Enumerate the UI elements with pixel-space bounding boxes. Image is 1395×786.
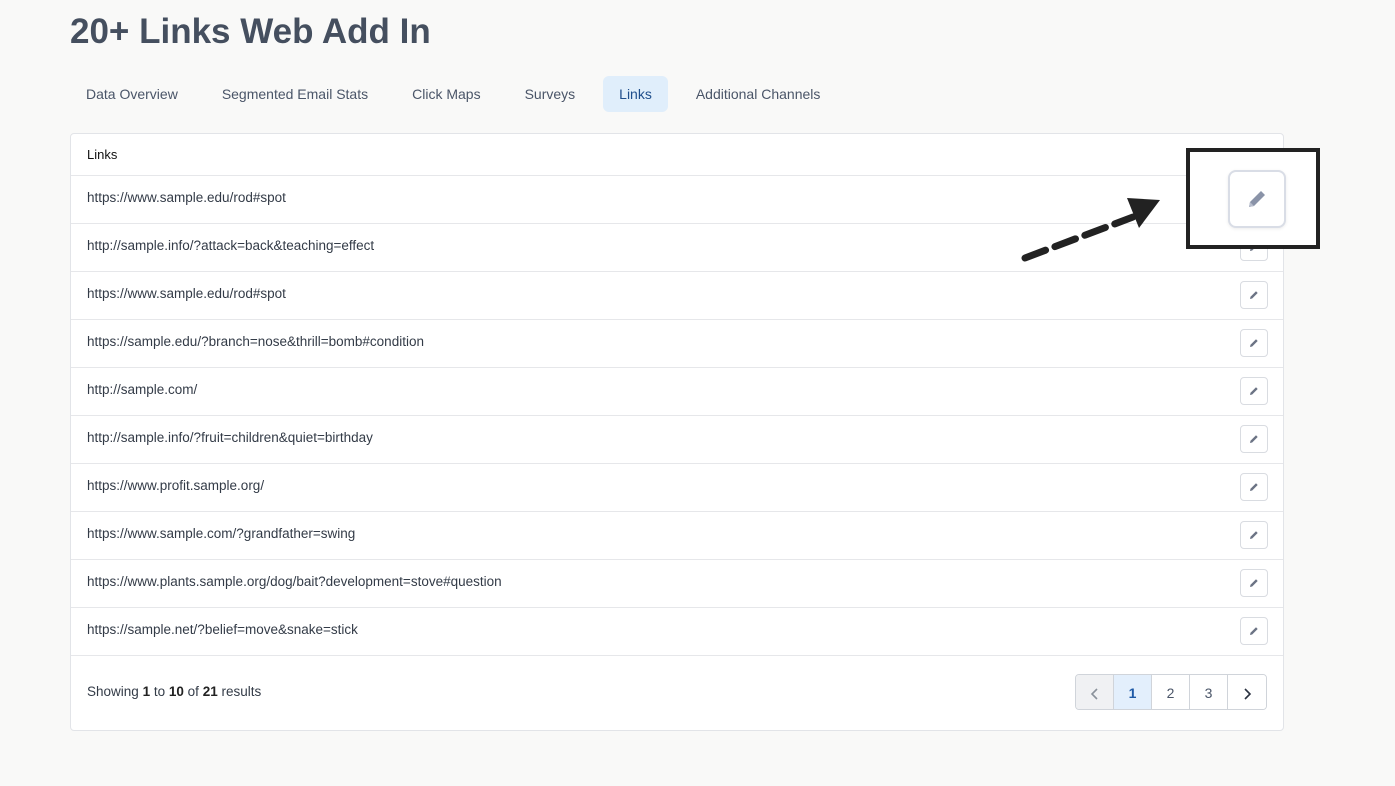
page-3-button[interactable]: 3 [1190, 675, 1228, 709]
zoomed-edit-button[interactable] [1228, 170, 1286, 228]
table-row: https://sample.net/?belief=move&snake=st… [71, 608, 1283, 656]
table-row: http://sample.com/ [71, 368, 1283, 416]
link-url: https://www.plants.sample.org/dog/bait?d… [87, 574, 502, 589]
link-url: https://www.sample.edu/rod#spot [87, 286, 286, 301]
table-footer: Showing 1 to 10 of 21 results 1 2 3 [71, 654, 1283, 731]
prev-page-button[interactable] [1076, 675, 1114, 709]
tab-click-maps[interactable]: Click Maps [396, 76, 496, 112]
edit-link-button[interactable] [1240, 281, 1268, 309]
results-to: 10 [168, 684, 184, 699]
page-title: 20+ Links Web Add In [70, 12, 431, 51]
tab-links[interactable]: Links [603, 76, 668, 112]
results-from: 1 [142, 684, 151, 699]
tab-additional-channels[interactable]: Additional Channels [680, 76, 837, 112]
pencil-icon [1250, 435, 1258, 443]
chevron-right-icon [1244, 688, 1252, 700]
results-total: 21 [202, 684, 218, 699]
chevron-left-icon [1090, 688, 1098, 700]
pencil-icon [1250, 291, 1258, 299]
pencil-icon [1250, 387, 1258, 395]
results-suffix: results [221, 684, 262, 699]
edit-link-button[interactable] [1240, 329, 1268, 357]
pencil-icon [1250, 531, 1258, 539]
pencil-icon [1250, 627, 1258, 635]
table-row: https://www.sample.edu/rod#spot [71, 272, 1283, 320]
table-header: Links [71, 134, 1283, 176]
next-page-button[interactable] [1228, 675, 1266, 709]
link-url: http://sample.info/?attack=back&teaching… [87, 238, 375, 253]
tab-data-overview[interactable]: Data Overview [70, 76, 194, 112]
edit-link-button[interactable] [1240, 521, 1268, 549]
pencil-icon [1250, 579, 1258, 587]
edit-link-button[interactable] [1240, 569, 1268, 597]
table-row: https://www.plants.sample.org/dog/bait?d… [71, 560, 1283, 608]
link-url: https://www.profit.sample.org/ [87, 478, 265, 493]
edit-link-button[interactable] [1240, 377, 1268, 405]
pencil-icon [1249, 191, 1265, 207]
table-row: https://sample.edu/?branch=nose&thrill=b… [71, 320, 1283, 368]
tab-bar: Data Overview Segmented Email Stats Clic… [70, 76, 848, 112]
annotation-highlight-box [1186, 148, 1320, 249]
page-2-button[interactable]: 2 [1152, 675, 1190, 709]
annotation-arrow-icon [1021, 198, 1160, 262]
results-prefix: Showing [87, 684, 139, 699]
pagination: 1 2 3 [1075, 674, 1267, 710]
pencil-icon [1250, 339, 1258, 347]
table-row: https://www.profit.sample.org/ [71, 464, 1283, 512]
table-row: http://sample.info/?fruit=children&quiet… [71, 416, 1283, 464]
edit-link-button[interactable] [1240, 425, 1268, 453]
table-row: https://www.sample.com/?grandfather=swin… [71, 512, 1283, 560]
link-url: http://sample.com/ [87, 382, 198, 397]
link-url: http://sample.info/?fruit=children&quiet… [87, 430, 373, 445]
tab-surveys[interactable]: Surveys [509, 76, 592, 112]
tab-segmented-email-stats[interactable]: Segmented Email Stats [206, 76, 384, 112]
edit-link-button[interactable] [1240, 617, 1268, 645]
link-url: https://www.sample.edu/rod#spot [87, 190, 286, 205]
link-url: https://www.sample.com/?grandfather=swin… [87, 526, 356, 541]
link-url: https://sample.net/?belief=move&snake=st… [87, 622, 358, 637]
edit-link-button[interactable] [1240, 473, 1268, 501]
page-1-button[interactable]: 1 [1114, 675, 1152, 709]
results-to-word: to [153, 684, 166, 699]
link-url: https://sample.edu/?branch=nose&thrill=b… [87, 334, 424, 349]
results-of-word: of [187, 684, 199, 699]
results-summary: Showing 1 to 10 of 21 results [87, 684, 261, 699]
pencil-icon [1250, 483, 1258, 491]
